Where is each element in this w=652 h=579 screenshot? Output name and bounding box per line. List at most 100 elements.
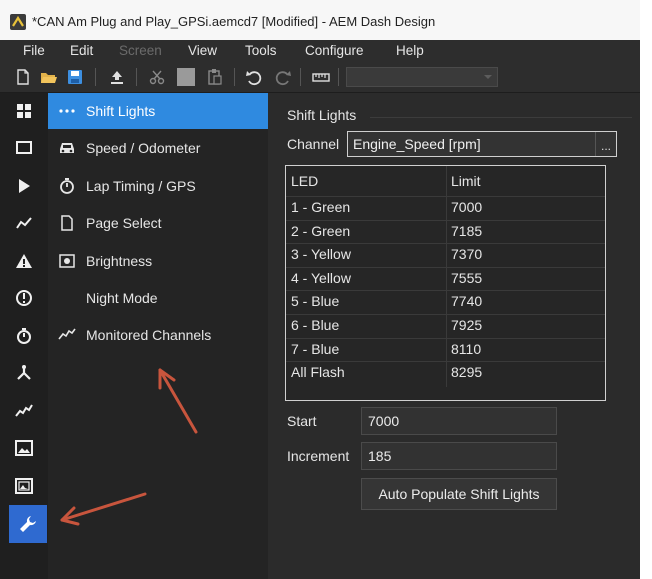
table-row[interactable]: 4 - Yellow 7555 — [286, 266, 605, 291]
increment-input[interactable]: 185 — [361, 442, 557, 470]
upload-icon[interactable] — [108, 68, 126, 86]
start-label: Start — [287, 413, 317, 429]
increment-value: 185 — [368, 448, 392, 464]
table-cell-limit[interactable]: 7185 — [451, 223, 482, 239]
table-cell-limit[interactable]: 8295 — [451, 364, 482, 380]
menu-configure[interactable]: Configure — [305, 43, 364, 58]
table-cell-limit[interactable]: 7925 — [451, 317, 482, 333]
table-cell-led: 2 - Green — [291, 222, 351, 239]
moon-icon — [65, 291, 72, 305]
window-title: *CAN Am Plug and Play_GPSi.aemcd7 [Modif… — [32, 14, 436, 29]
table-cell-limit[interactable]: 7555 — [451, 270, 482, 286]
icon-sidebar — [0, 93, 48, 579]
table-cell-limit[interactable]: 7000 — [451, 199, 482, 215]
nav-item-label: Brightness — [86, 253, 153, 269]
channel-browse-button[interactable]: ... — [595, 132, 616, 156]
title-bar: *CAN Am Plug and Play_GPSi.aemcd7 [Modif… — [0, 0, 640, 40]
app-logo-icon — [10, 14, 26, 30]
menu-edit[interactable]: Edit — [70, 43, 93, 58]
table-row[interactable]: 1 - Green 7000 — [286, 196, 605, 220]
screen-icon[interactable] — [9, 133, 39, 163]
table-cell-led: 5 - Blue — [291, 293, 340, 310]
table-row[interactable]: 2 - Green 7185 — [286, 219, 605, 244]
group-title: Shift Lights — [287, 107, 357, 123]
toolbar-separator — [300, 68, 301, 86]
menu-tools[interactable]: Tools — [245, 43, 277, 58]
toolbar-combo[interactable] — [346, 67, 498, 87]
nav-item-label: Monitored Channels — [86, 327, 212, 343]
channel-label: Channel — [287, 136, 340, 152]
network-icon[interactable] — [9, 358, 39, 388]
nav-item-label: Shift Lights — [86, 103, 156, 119]
undo-icon[interactable] — [245, 68, 263, 86]
save-icon[interactable] — [66, 68, 84, 86]
stopwatch-icon — [60, 178, 74, 194]
start-input[interactable]: 7000 — [361, 407, 557, 435]
shift-lights-panel: Shift Lights Channel Engine_Speed [rpm] … — [268, 93, 640, 579]
table-cell-limit[interactable]: 7370 — [451, 246, 482, 262]
table-cell-led: 4 - Yellow — [291, 269, 351, 286]
toolbar-separator — [95, 68, 96, 86]
play-icon[interactable] — [9, 171, 39, 201]
stopwatch-icon[interactable] — [9, 321, 39, 351]
copy-icon[interactable] — [177, 68, 195, 86]
shift-light-table: LED Limit 1 - Green 7000 2 - Green 7185 … — [285, 165, 606, 401]
nav-item-label: Night Mode — [86, 290, 158, 306]
new-file-icon[interactable] — [14, 68, 32, 86]
channel-value: Engine_Speed [rpm] — [353, 136, 481, 152]
table-cell-limit[interactable]: 8110 — [451, 341, 481, 357]
trend-icon[interactable] — [9, 396, 39, 426]
line-graph-icon[interactable] — [9, 208, 39, 238]
wrench-icon[interactable] — [9, 505, 47, 543]
table-cell-led: 3 - Yellow — [291, 246, 351, 263]
increment-label: Increment — [287, 448, 350, 464]
menu-screen[interactable]: Screen — [119, 43, 162, 58]
menu-help[interactable]: Help — [396, 43, 424, 58]
image-icon[interactable] — [9, 433, 39, 463]
paste-icon[interactable] — [206, 68, 224, 86]
ruler-icon[interactable] — [312, 68, 330, 86]
nav-item-page-select[interactable]: Page Select — [48, 205, 268, 241]
redo-icon[interactable] — [274, 68, 292, 86]
start-value: 7000 — [368, 413, 400, 429]
cut-icon[interactable] — [148, 68, 166, 86]
auto-populate-button[interactable]: Auto Populate Shift Lights — [361, 478, 557, 510]
nav-item-label: Lap Timing / GPS — [86, 178, 196, 194]
table-row[interactable]: All Flash 8295 — [286, 361, 605, 385]
warning-icon[interactable] — [9, 246, 39, 276]
app-window: *CAN Am Plug and Play_GPSi.aemcd7 [Modif… — [0, 0, 640, 579]
brightness-icon — [59, 254, 75, 268]
table-cell-limit[interactable]: 7740 — [451, 293, 482, 309]
table-row[interactable]: 3 - Yellow 7370 — [286, 243, 605, 267]
column-header-led: LED — [291, 173, 319, 189]
nav-item-lap-timing-gps[interactable]: Lap Timing / GPS — [48, 168, 268, 204]
column-header-limit: Limit — [451, 173, 481, 189]
table-row[interactable]: 5 - Blue 7740 — [286, 290, 605, 314]
alert-circle-icon[interactable] — [9, 283, 39, 313]
nav-item-shift-lights[interactable]: Shift Lights — [48, 93, 268, 129]
nav-item-night-mode[interactable]: Night Mode — [48, 280, 268, 316]
open-folder-icon[interactable] — [40, 68, 58, 86]
menu-file[interactable]: File — [23, 43, 45, 58]
nav-item-monitored-channels[interactable]: Monitored Channels — [48, 317, 268, 353]
group-divider — [370, 117, 632, 118]
table-cell-led: 1 - Green — [291, 199, 351, 215]
settings-nav: Shift Lights Speed / Odometer Lap Timing… — [48, 93, 268, 579]
menu-bar: File Edit Screen View Tools Configure He… — [0, 40, 640, 62]
channel-field[interactable]: Engine_Speed [rpm] ... — [347, 131, 617, 157]
car-icon — [60, 143, 74, 153]
grid-icon[interactable] — [9, 96, 39, 126]
table-row[interactable]: 7 - Blue 8110 — [286, 337, 605, 362]
dots-icon — [59, 109, 75, 113]
nav-item-label: Speed / Odometer — [86, 140, 201, 156]
chevron-down-icon — [484, 75, 492, 79]
toolbar-separator — [234, 68, 235, 86]
table-row[interactable]: 6 - Blue 7925 — [286, 314, 605, 338]
trend-icon — [58, 328, 76, 340]
nav-item-speed-odometer[interactable]: Speed / Odometer — [48, 130, 268, 166]
menu-view[interactable]: View — [188, 43, 217, 58]
table-cell-led: 6 - Blue — [291, 317, 340, 333]
table-cell-led: 7 - Blue — [291, 340, 340, 357]
picture-icon[interactable] — [9, 471, 39, 501]
nav-item-brightness[interactable]: Brightness — [48, 243, 268, 279]
